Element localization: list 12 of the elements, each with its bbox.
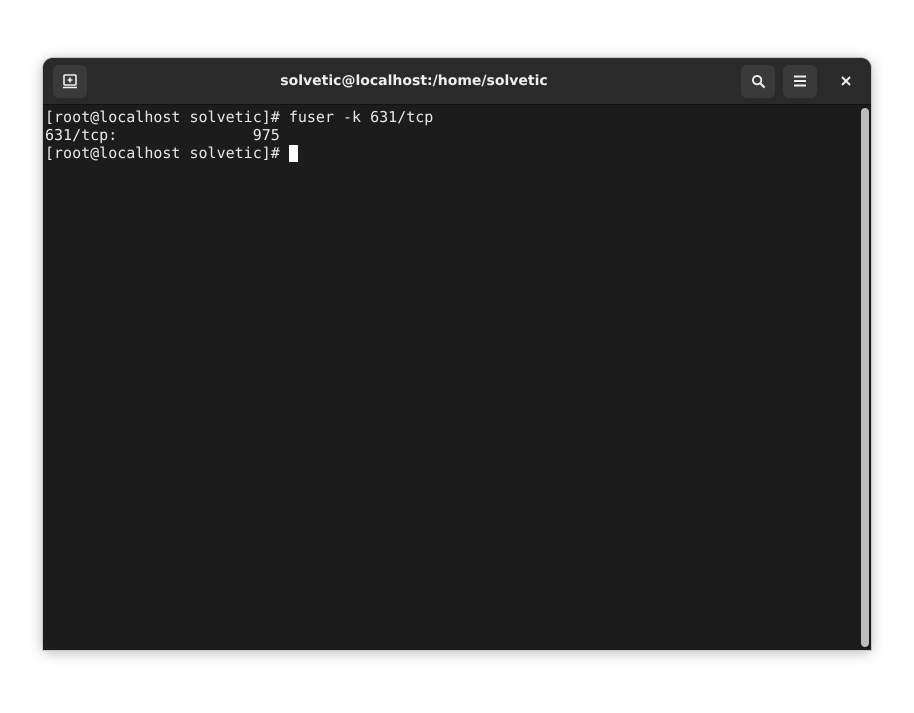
window-title: solvetic@localhost:/home/solvetic [280,73,548,89]
search-icon [750,74,766,88]
scrollbar[interactable] [861,108,869,647]
new-tab-icon [62,73,78,89]
new-tab-button[interactable] [53,64,87,98]
menu-icon [794,75,806,87]
terminal-line: [root@localhost solvetic]# [45,144,281,162]
terminal-line: [root@localhost solvetic]# fuser -k 631/tcp [45,108,434,126]
terminal-line: 631/tcp: 975 [45,126,280,144]
menu-button[interactable] [783,64,817,98]
search-button[interactable] [741,64,775,98]
close-icon [841,76,851,86]
